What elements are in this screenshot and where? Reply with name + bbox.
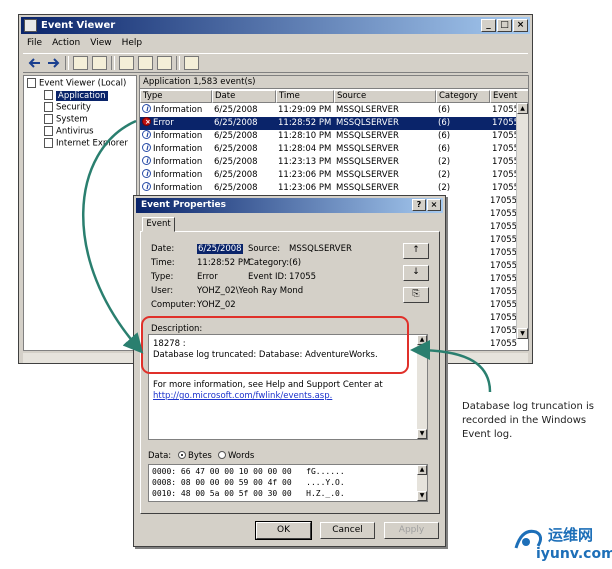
watermark-en: iyunv.com bbox=[536, 546, 612, 562]
arrow-from-callout bbox=[410, 340, 492, 393]
watermark-cn: 运维网 bbox=[548, 526, 594, 544]
callout-text: Database log truncation is recorded in t… bbox=[462, 400, 594, 442]
watermark-logo: 运维网 iyunv.com bbox=[508, 520, 612, 564]
annotation-arrows bbox=[82, 119, 492, 393]
tab-event[interactable]: Event bbox=[142, 217, 175, 232]
callout-line: recorded in the Windows bbox=[462, 415, 587, 426]
callout-line: Event log. bbox=[462, 429, 513, 440]
arrow-to-description bbox=[82, 119, 144, 354]
callout-line: Database log truncation is bbox=[462, 401, 594, 412]
